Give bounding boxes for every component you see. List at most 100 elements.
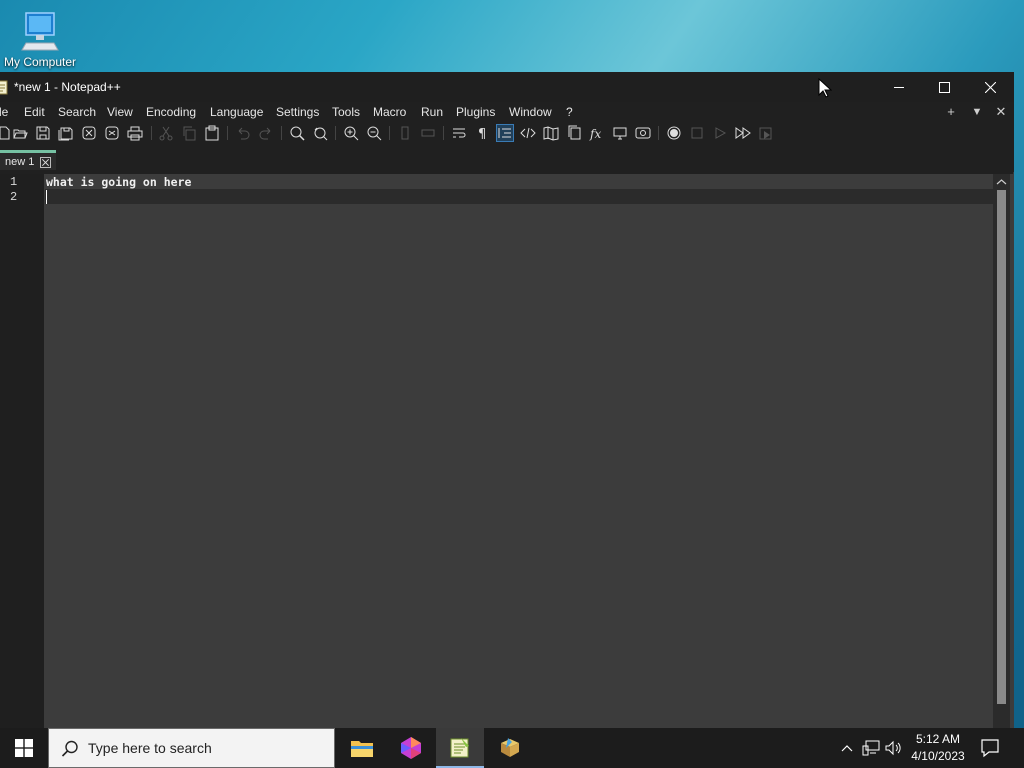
documents-icon <box>568 125 581 140</box>
menu-tools[interactable]: Tools <box>332 105 360 119</box>
play-icon <box>715 127 727 139</box>
svg-text:fx: fx <box>589 127 601 141</box>
close-file-icon <box>82 126 96 140</box>
play-macro-button[interactable] <box>712 125 728 141</box>
record-icon <box>667 126 681 140</box>
xml-tags-button[interactable] <box>520 125 536 141</box>
stop-macro-button[interactable] <box>689 125 705 141</box>
stop-icon <box>691 127 703 139</box>
toolbar-separator <box>281 126 282 140</box>
word-wrap-icon <box>453 128 466 138</box>
menu-encoding[interactable]: Encoding <box>146 105 196 119</box>
maximize-button[interactable] <box>921 72 967 102</box>
menu-search[interactable]: Search <box>58 105 96 119</box>
save-macro-button[interactable] <box>758 125 774 141</box>
scroll-up-icon[interactable] <box>996 177 1007 187</box>
folder-as-workspace-button[interactable] <box>612 125 628 141</box>
taskbar-file-explorer[interactable] <box>338 728 386 768</box>
redo-button[interactable] <box>258 125 274 141</box>
menu-edit[interactable]: Edit <box>24 105 45 119</box>
start-button[interactable] <box>0 728 48 768</box>
tab-close-icon[interactable] <box>40 157 51 168</box>
code-icon <box>520 127 536 139</box>
close-all-icon <box>105 126 119 140</box>
find-button[interactable] <box>289 125 305 141</box>
menu-run[interactable]: Run <box>421 105 443 119</box>
scrollbar-thumb[interactable] <box>997 190 1006 704</box>
close-file-button[interactable] <box>81 125 97 141</box>
menu-macro[interactable]: Macro <box>373 105 406 119</box>
tab-list-button[interactable]: ▼ <box>970 106 984 118</box>
document-list-button[interactable] <box>566 125 582 141</box>
taskbar-clock[interactable]: 5:12 AM 4/10/2023 <box>906 731 970 765</box>
save-button[interactable] <box>35 125 51 141</box>
folder-open-icon <box>13 129 28 139</box>
menu-help[interactable]: ? <box>566 105 573 119</box>
open-file-button[interactable] <box>12 125 28 141</box>
save-all-button[interactable] <box>58 125 74 141</box>
close-all-button[interactable] <box>104 125 120 141</box>
zoom-out-icon <box>367 126 382 141</box>
menu-view[interactable]: View <box>107 105 133 119</box>
zoom-out-button[interactable] <box>366 125 382 141</box>
close-button[interactable] <box>967 72 1013 102</box>
word-wrap-button[interactable] <box>451 125 467 141</box>
minimize-button[interactable] <box>876 72 922 102</box>
new-tab-button[interactable]: + <box>944 104 958 119</box>
paste-icon <box>205 125 219 141</box>
menu-language[interactable]: Language <box>210 105 263 119</box>
notification-icon <box>981 739 999 758</box>
action-center-button[interactable] <box>980 738 1002 758</box>
network-icon <box>862 740 880 756</box>
menu-plugins[interactable]: Plugins <box>456 105 495 119</box>
file-explorer-icon <box>351 741 373 757</box>
record-macro-button[interactable] <box>666 125 682 141</box>
code-line[interactable]: what is going on here <box>46 175 191 189</box>
show-all-chars-button[interactable]: ¶ <box>474 125 490 141</box>
undo-icon <box>238 127 250 140</box>
toolbar: ¶ fx <box>0 122 1014 144</box>
menu-file[interactable]: le <box>0 105 8 119</box>
sync-vertical-button[interactable] <box>397 125 413 141</box>
desktop-icon-my-computer[interactable]: My Computer <box>0 8 80 69</box>
toolbar-separator <box>658 126 659 140</box>
volume-icon <box>885 740 901 756</box>
save-all-icon <box>58 127 73 141</box>
current-line-highlight <box>45 189 993 204</box>
redo-icon <box>259 127 271 140</box>
document-map-button[interactable] <box>543 125 559 141</box>
taskbar-paint-app[interactable] <box>486 728 534 768</box>
tab-new-1[interactable]: new 1 <box>0 150 56 170</box>
cut-button[interactable] <box>158 125 174 141</box>
print-button[interactable] <box>127 125 143 141</box>
clock-date: 4/10/2023 <box>911 749 965 763</box>
sync-horizontal-icon <box>421 129 435 137</box>
taskbar-notepadpp[interactable] <box>436 728 484 768</box>
undo-button[interactable] <box>235 125 251 141</box>
editor-area[interactable]: 1 2 what is going on here <box>0 174 1014 728</box>
pilcrow-icon: ¶ <box>478 127 486 141</box>
title-bar[interactable]: *new 1 - Notepad++ <box>0 72 1014 102</box>
replace-button[interactable] <box>312 125 328 141</box>
taskbar-search-box[interactable]: Type here to search <box>48 728 335 768</box>
paste-button[interactable] <box>204 125 220 141</box>
vertical-scrollbar[interactable] <box>993 174 1010 728</box>
zoom-in-button[interactable] <box>343 125 359 141</box>
monitoring-button[interactable] <box>635 125 651 141</box>
volume-tray-button[interactable] <box>885 739 903 757</box>
sync-horizontal-button[interactable] <box>420 125 436 141</box>
close-document-button[interactable]: ✕ <box>994 104 1008 120</box>
taskbar-colorful-app[interactable] <box>387 728 435 768</box>
cut-icon <box>159 126 173 141</box>
menu-settings[interactable]: Settings <box>276 105 319 119</box>
colorful-app-icon <box>401 737 421 759</box>
run-macro-multiple-button[interactable] <box>735 125 751 141</box>
function-list-button[interactable]: fx <box>589 125 605 141</box>
copy-button[interactable] <box>181 125 197 141</box>
show-hidden-icons-button[interactable] <box>838 739 856 757</box>
network-tray-button[interactable] <box>862 739 880 757</box>
line-number-gutter: 1 2 <box>0 174 44 728</box>
indent-guide-button[interactable] <box>496 124 514 142</box>
new-file-button[interactable] <box>0 125 12 141</box>
menu-window[interactable]: Window <box>509 105 552 119</box>
